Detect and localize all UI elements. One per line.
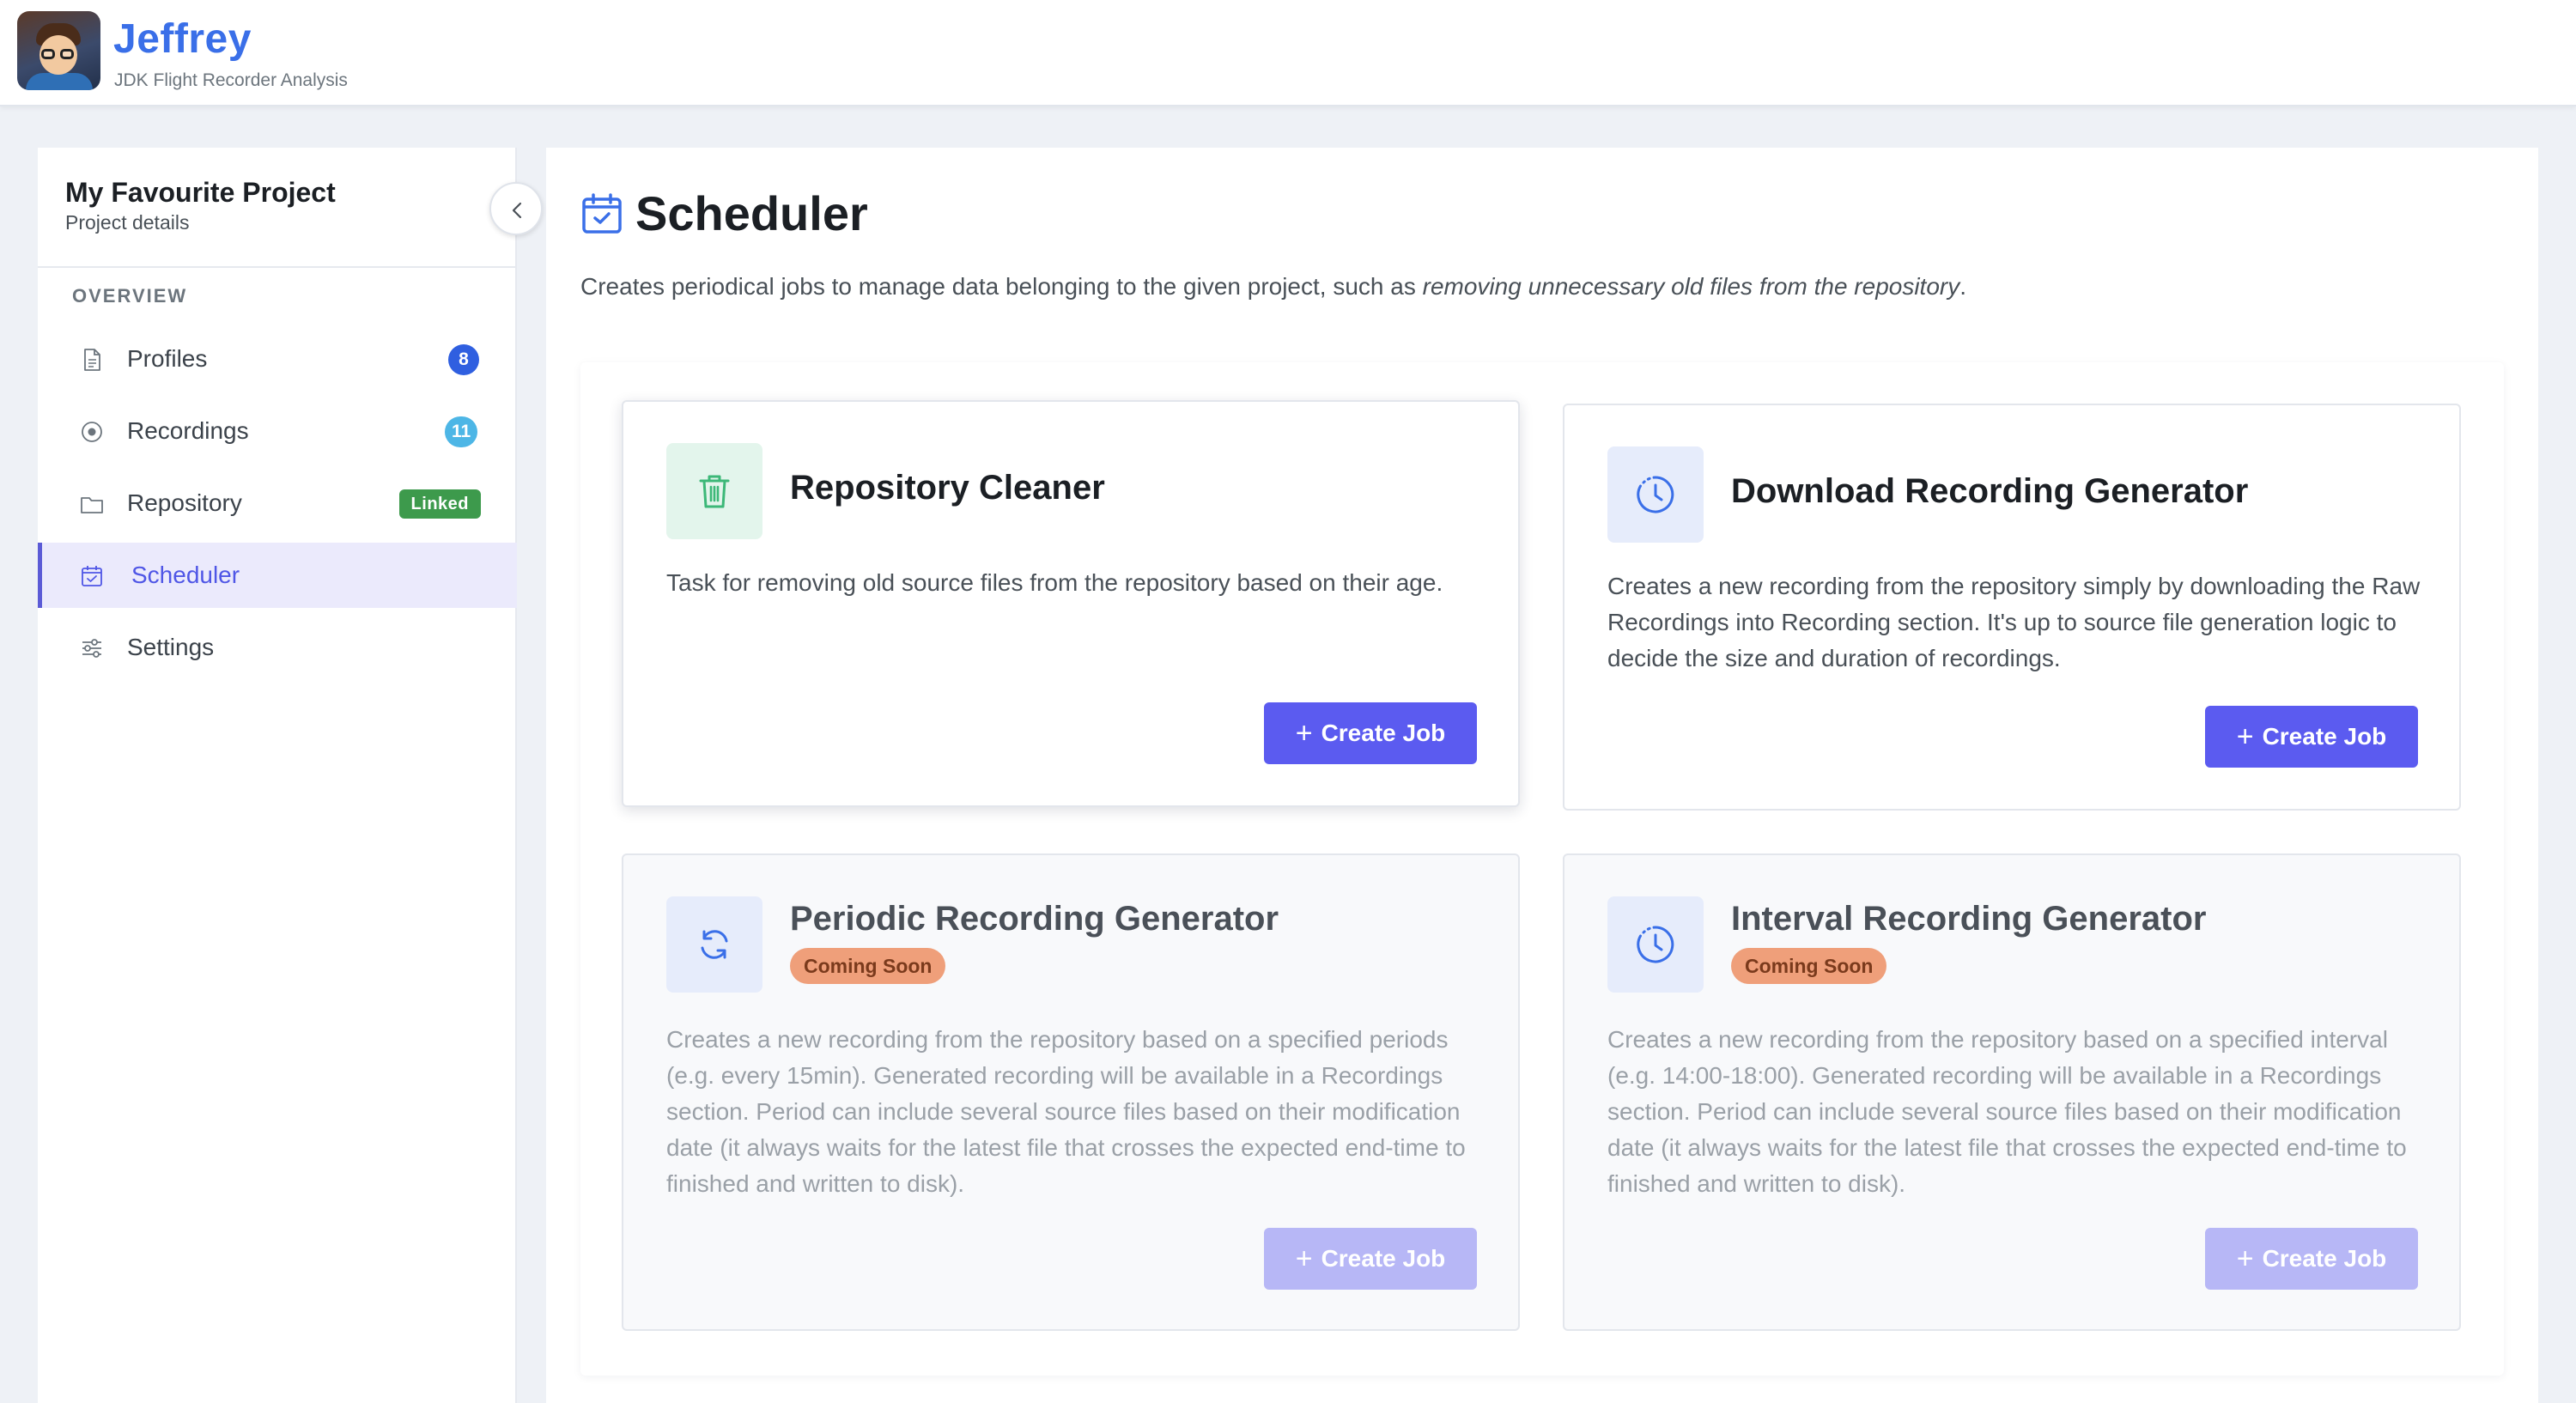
job-card-title: Download Recording Generator <box>1731 472 2249 510</box>
create-job-button-disabled[interactable]: + Create Job <box>2205 1228 2418 1290</box>
sidebar-item-profiles[interactable]: Profiles 8 <box>38 326 517 392</box>
plus-icon: + <box>1295 1242 1313 1275</box>
job-card-periodic-recording-generator: Periodic Recording Generator Coming Soon… <box>622 853 1520 1331</box>
top-bar: Jeffrey JDK Flight Recorder Analysis <box>0 0 2576 106</box>
create-job-label: Create Job <box>1321 719 1446 746</box>
sidebar-item-recordings[interactable]: Recordings 11 <box>38 398 517 464</box>
page-description-suffix: . <box>1959 273 1967 300</box>
create-job-label: Create Job <box>2262 1244 2387 1272</box>
repository-linked-badge: Linked <box>398 489 481 519</box>
plus-icon: + <box>2236 720 2254 753</box>
create-job-button-disabled[interactable]: + Create Job <box>1264 1228 1477 1290</box>
create-job-label: Create Job <box>1321 1244 1446 1272</box>
document-icon <box>84 349 100 371</box>
app-subtitle: JDK Flight Recorder Analysis <box>114 70 348 90</box>
clock-icon <box>1637 926 1674 963</box>
project-subtitle: Project details <box>65 211 190 234</box>
app-name[interactable]: Jeffrey <box>113 15 252 63</box>
profiles-count-badge: 8 <box>448 344 479 375</box>
sidebar-item-label: Profiles <box>127 345 208 372</box>
job-card-title: Interval Recording Generator <box>1731 900 2207 938</box>
create-job-button[interactable]: + Create Job <box>1264 702 1477 764</box>
job-card-description: Creates a new recording from the reposit… <box>1607 1026 2407 1197</box>
create-job-label: Create Job <box>2262 722 2387 750</box>
app-logo-avatar[interactable] <box>17 11 100 90</box>
record-icon <box>82 422 102 442</box>
chevron-left-icon <box>512 202 522 219</box>
sliders-icon <box>82 639 101 658</box>
project-title: My Favourite Project <box>65 177 336 208</box>
collapse-sidebar-button[interactable] <box>489 182 543 235</box>
plus-icon: + <box>2236 1242 2254 1275</box>
job-cards-container: Repository Cleaner Task for removing old… <box>580 362 2504 1376</box>
recordings-count-badge: 11 <box>445 416 478 447</box>
job-card-description: Task for removing old source files from … <box>666 569 1443 596</box>
job-card-repository-cleaner: Repository Cleaner Task for removing old… <box>622 400 1520 807</box>
page-title: Scheduler <box>635 186 868 240</box>
job-card-title: Periodic Recording Generator <box>790 900 1279 938</box>
clock-icon <box>1637 476 1674 513</box>
job-card-description: Creates a new recording from the reposit… <box>666 1026 1466 1197</box>
sidebar-item-scheduler[interactable]: Scheduler <box>38 543 517 608</box>
sidebar-item-label: Repository <box>127 489 242 516</box>
job-card-description: Creates a new recording from the reposit… <box>1607 573 2421 671</box>
job-card-interval-recording-generator: Interval Recording Generator Coming Soon… <box>1563 853 2461 1331</box>
sidebar-item-label: Recordings <box>127 417 249 444</box>
plus-icon: + <box>1295 716 1313 750</box>
project-sidebar: My Favourite Project Project details OVE… <box>38 148 543 1403</box>
sidebar-item-label: Settings <box>127 634 215 660</box>
refresh-icon <box>701 930 728 959</box>
job-card-download-recording-generator: Download Recording Generator Creates a n… <box>1563 404 2461 811</box>
folder-icon <box>81 497 103 513</box>
sidebar-item-repository[interactable]: Repository Linked <box>38 471 517 536</box>
page-description: Creates periodical jobs to manage data b… <box>580 273 1966 301</box>
main-content: Scheduler Creates periodical jobs to man… <box>546 148 2538 1403</box>
job-card-icon-tile <box>666 896 762 993</box>
page-description-emphasis: removing unnecessary old files from the … <box>1422 273 1960 300</box>
calendar-check-icon <box>582 193 622 234</box>
page-description-text: Creates periodical jobs to manage data b… <box>580 273 1423 300</box>
sidebar-item-settings[interactable]: Settings <box>38 615 517 680</box>
trash-icon <box>699 475 730 508</box>
job-card-icon-tile <box>1607 446 1704 543</box>
sidebar-divider <box>38 266 517 268</box>
calendar-check-icon <box>82 566 102 586</box>
section-label-overview: OVERVIEW <box>72 285 188 307</box>
sidebar-item-label: Scheduler <box>131 562 240 588</box>
coming-soon-badge: Coming Soon <box>1731 948 1887 984</box>
coming-soon-badge: Coming Soon <box>790 948 946 984</box>
job-card-icon-tile <box>666 443 762 539</box>
job-card-icon-tile <box>1607 896 1704 993</box>
create-job-button[interactable]: + Create Job <box>2205 706 2418 768</box>
job-card-title: Repository Cleaner <box>790 469 1105 507</box>
